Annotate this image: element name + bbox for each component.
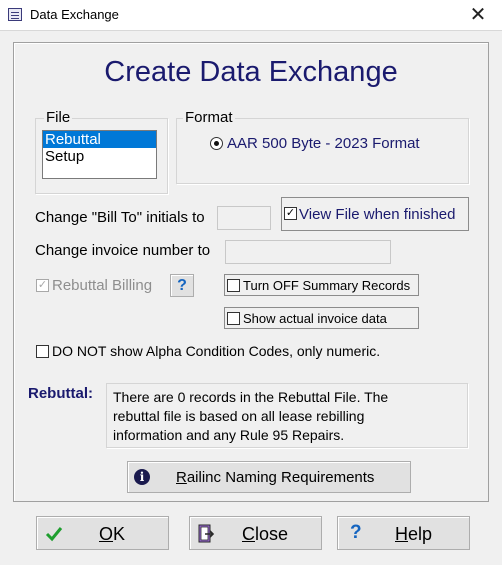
file-group-label: File [44,109,73,126]
help-button[interactable]: ? Help [337,516,470,550]
format-group-label: Format [183,109,235,126]
invoice-label: Change invoice number to [35,242,211,259]
summary-label[interactable]: Turn OFF Summary Records [243,278,410,293]
list-item-rebuttal[interactable]: Rebuttal [43,131,156,148]
railinc-naming-label: Railinc Naming Requirements [176,469,374,486]
ok-label-rest: K [113,524,126,544]
file-listbox[interactable]: Rebuttal Setup [42,130,157,179]
alpha-checkbox[interactable] [36,345,49,358]
close-label-accel: C [242,524,255,544]
railinc-naming-label-accel: R [176,469,187,486]
alpha-label[interactable]: DO NOT show Alpha Condition Codes, only … [52,343,380,359]
door-exit-icon [198,524,215,543]
invoice-data-checkbox[interactable] [227,312,240,325]
help-button-label: Help [395,524,432,545]
close-button-label: Close [242,524,288,545]
view-file-checkbox[interactable]: ✓ [284,207,297,220]
info-icon: i [134,469,150,485]
rebuttal-info-label: Rebuttal: [28,385,93,402]
invoice-input[interactable] [225,240,391,264]
ok-button-label: OK [99,524,125,545]
page-title: Create Data Exchange [104,56,398,88]
question-icon: ? [350,522,362,543]
bill-to-input[interactable] [217,206,271,230]
window-title: Data Exchange [30,7,119,22]
ok-button[interactable]: OK [36,516,169,550]
help-small-button[interactable]: ? [170,274,194,297]
railinc-naming-button[interactable]: i Railinc Naming Requirements [127,461,411,493]
close-label-rest: lose [255,524,289,544]
summary-checkbox[interactable] [227,279,240,292]
title-bar: Data Exchange ✕ [0,0,502,31]
check-icon [45,527,63,542]
invoice-data-label[interactable]: Show actual invoice data [243,311,387,326]
bill-to-label: Change "Bill To" initials to [35,209,205,226]
format-option-label[interactable]: AAR 500 Byte - 2023 Format [227,135,420,152]
question-icon: ? [177,277,187,294]
app-icon [8,8,22,21]
rebuttal-billing-checkbox[interactable]: ✓ [36,279,49,292]
help-label-accel: H [395,524,408,544]
rebuttal-info-line: rebuttal file is based on all lease rebi… [113,408,365,424]
ok-label-accel: O [99,524,114,544]
rebuttal-info-line: information and any Rule 95 Repairs. [113,427,345,443]
view-file-label[interactable]: View File when finished [299,206,455,223]
close-button[interactable]: Close [189,516,322,550]
format-radio[interactable] [210,137,223,150]
help-label-rest: elp [408,524,433,544]
rebuttal-info-box: There are 0 records in the Rebuttal File… [106,383,468,448]
railinc-naming-label-rest: ailinc Naming Requirements [186,469,375,486]
rebuttal-info-line: There are 0 records in the Rebuttal File… [113,389,389,405]
list-item-setup[interactable]: Setup [43,148,156,165]
close-window-button[interactable]: ✕ [458,2,498,28]
rebuttal-billing-label: Rebuttal Billing [52,277,153,294]
